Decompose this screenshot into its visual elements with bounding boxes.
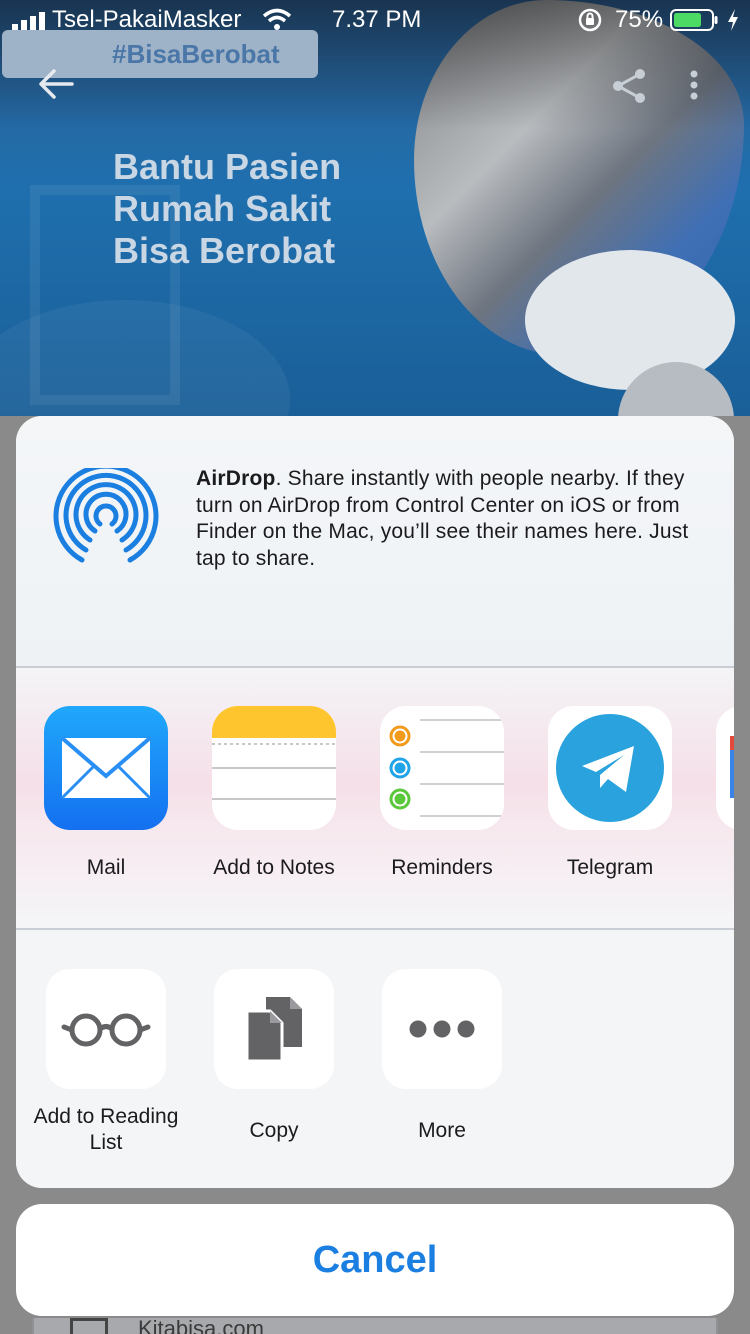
share-apps-row[interactable]: Mail Add to Notes Reminders Telegram — [16, 668, 734, 928]
cellular-signal-icon — [12, 12, 45, 30]
share-sheet: AirDrop. Share instantly with people nea… — [16, 416, 734, 1188]
site-name: Kitabisa.com — [138, 1318, 264, 1334]
airdrop-description: AirDrop. Share instantly with people nea… — [196, 466, 716, 572]
share-app-label: Reminders — [391, 856, 493, 879]
airdrop-icon — [53, 468, 159, 570]
cancel-button[interactable]: Cancel — [16, 1204, 734, 1316]
cancel-card: Cancel — [16, 1204, 734, 1316]
status-time: 7.37 PM — [332, 6, 422, 33]
share-actions-row: Add to Reading List Copy More — [16, 930, 734, 1188]
battery-icon — [670, 9, 718, 31]
app-icon — [730, 736, 734, 798]
reminders-icon — [389, 719, 504, 817]
notes-icon — [212, 706, 336, 800]
glasses-icon — [61, 1013, 151, 1047]
share-app-mail[interactable] — [44, 706, 168, 830]
airdrop-section[interactable]: AirDrop. Share instantly with people nea… — [16, 416, 734, 666]
telegram-icon — [556, 714, 664, 822]
action-copy[interactable] — [214, 969, 334, 1089]
more-icon — [409, 1020, 475, 1038]
share-app-partial[interactable] — [716, 706, 734, 830]
background-footer: Kitabisa.com — [32, 1318, 718, 1334]
banner-title: Bantu Pasien Rumah Sakit Bisa Berobat — [113, 146, 342, 271]
action-label: More — [418, 1119, 466, 1142]
back-arrow-icon[interactable] — [36, 66, 76, 102]
overflow-menu-icon[interactable] — [684, 66, 704, 106]
airdrop-title: AirDrop — [196, 467, 276, 490]
copy-icon — [245, 997, 302, 1063]
wifi-icon — [262, 8, 292, 30]
share-app-label: Mail — [86, 856, 126, 879]
share-app-telegram[interactable] — [548, 706, 672, 830]
action-add-to-reading-list[interactable] — [46, 969, 166, 1089]
battery-percentage: 75% — [615, 6, 664, 33]
share-app-reminders[interactable] — [380, 706, 504, 830]
action-more[interactable] — [382, 969, 502, 1089]
charging-bolt-icon — [728, 9, 738, 31]
rotation-lock-icon — [578, 8, 602, 32]
action-label: Copy — [249, 1119, 299, 1142]
share-app-label: Telegram — [566, 856, 654, 879]
status-bar: Tsel-PakaiMasker 7.37 PM 75% — [0, 0, 750, 40]
action-label: Add to Reading List — [33, 1105, 179, 1154]
site-icon — [70, 1318, 108, 1334]
share-app-notes[interactable] — [212, 706, 336, 830]
article-hero-banner: #BisaBerobat Bantu Pasien Rumah Sakit Bi… — [0, 0, 750, 416]
mail-icon — [60, 736, 152, 800]
share-app-label: Add to Notes — [213, 856, 335, 879]
share-icon[interactable] — [610, 66, 650, 106]
carrier-name: Tsel-PakaiMasker — [52, 6, 242, 33]
